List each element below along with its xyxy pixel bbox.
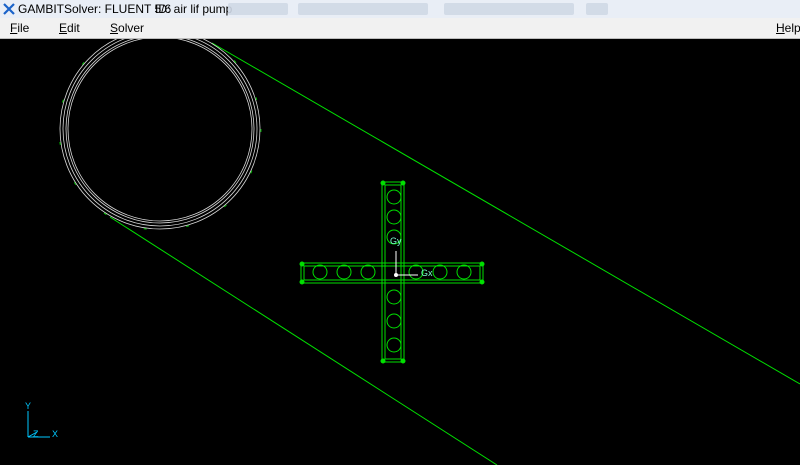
background-window-tab [586,3,608,15]
axis-z-label: Z [33,429,39,439]
axis-x-label: X [52,429,58,439]
origin-marker [394,273,398,277]
background-window-tab [298,3,428,15]
graphics-viewport[interactable]: Gy Gx Y Z X [0,39,800,465]
background-window-tab [444,3,574,15]
pipe-edge-lower [109,216,498,465]
menu-bar: File Edit Solver Help [0,18,800,39]
pipe-edge-upper [211,42,800,385]
circular-pipe-mesh [59,39,261,230]
app-name: GAMBIT [18,2,65,16]
menu-solver[interactable]: Solver [110,21,144,35]
axis-triad: Y Z X [25,401,58,439]
model-id-label: ID: air lif pump [155,2,233,16]
gambit-logo-icon [3,3,15,15]
background-window-tab [228,3,288,15]
gravity-y-label: Gy [390,236,402,246]
menu-file[interactable]: File [10,21,29,35]
menu-help[interactable]: Help [776,21,800,35]
cross-geometry [299,180,485,364]
title-bar: GAMBIT Solver: FLUENT 5/6 ID: air lif pu… [0,0,800,19]
axis-y-label: Y [25,401,31,411]
gravity-x-label: Gx [421,268,433,278]
menu-edit[interactable]: Edit [59,21,80,35]
geometry-canvas[interactable]: Gy Gx Y Z X [0,39,800,465]
